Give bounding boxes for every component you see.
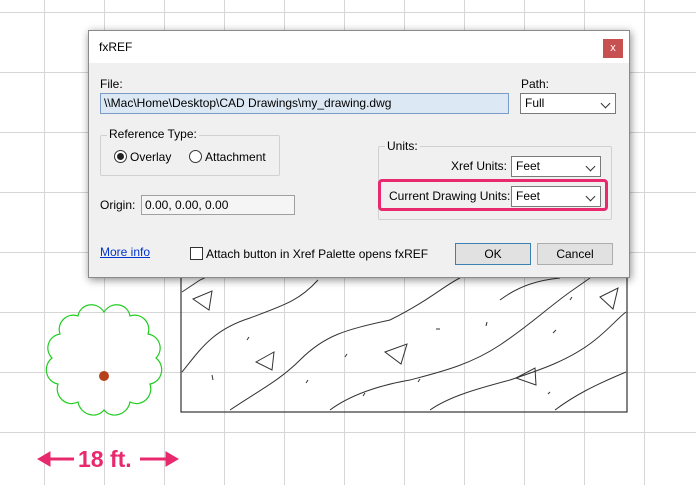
file-label: File: xyxy=(100,77,123,91)
hatch-line-5 xyxy=(429,311,627,411)
tree-center-point xyxy=(99,371,109,381)
chevron-down-icon xyxy=(585,161,596,172)
fxref-dialog: fxREF x File: \\Mac\Home\Desktop\CAD Dra… xyxy=(88,30,630,278)
more-info-link[interactable]: More info xyxy=(100,245,150,259)
hatch-dash xyxy=(569,296,573,301)
hatch-triangle-5 xyxy=(599,287,619,310)
path-label: Path: xyxy=(521,77,550,91)
hatch-line-7 xyxy=(499,277,561,301)
overlay-radio[interactable] xyxy=(114,150,127,163)
highlight-box xyxy=(378,179,608,211)
origin-field[interactable]: 0.00, 0.00, 0.00 xyxy=(141,195,295,215)
hatch-dash xyxy=(547,391,551,395)
hatch-triangle-2 xyxy=(254,351,275,371)
close-button[interactable]: x xyxy=(603,39,623,58)
units-label: Units: xyxy=(385,139,420,153)
hatch-dash xyxy=(305,379,309,384)
hatch-dash xyxy=(246,336,250,341)
attach-checkbox-label[interactable]: Attach button in Xref Palette opens fxRE… xyxy=(206,247,428,261)
overlay-label[interactable]: Overlay xyxy=(130,150,171,164)
chevron-down-icon xyxy=(600,98,611,109)
dimension-label: 18 ft. xyxy=(78,446,132,472)
hatch-dash xyxy=(552,329,557,334)
hatch-dash xyxy=(362,392,366,397)
attachment-label[interactable]: Attachment xyxy=(205,150,266,164)
path-select-value: Full xyxy=(525,96,545,110)
hatch-triangle-1 xyxy=(191,290,213,311)
xref-units-label: Xref Units: xyxy=(451,159,508,173)
xref-units-value: Feet xyxy=(516,159,541,173)
hatch-dash xyxy=(417,378,421,383)
origin-label: Origin: xyxy=(100,198,136,212)
ok-button[interactable]: OK xyxy=(455,243,531,265)
hatch-dash xyxy=(485,321,488,327)
attachment-radio[interactable] xyxy=(189,150,202,163)
file-path-field[interactable]: \\Mac\Home\Desktop\CAD Drawings\my_drawi… xyxy=(100,93,509,114)
hatch-triangle-3 xyxy=(383,343,408,365)
hatch-line-6 xyxy=(554,371,627,411)
hatch-line-2 xyxy=(181,279,319,373)
hatch-dash xyxy=(211,374,214,381)
hatch-triangle-4 xyxy=(514,367,537,386)
hatch-line-3 xyxy=(229,277,461,411)
hatch-line-4 xyxy=(329,277,591,411)
xref-units-select[interactable]: Feet xyxy=(511,156,601,177)
attach-checkbox[interactable] xyxy=(190,247,203,260)
dialog-title: fxREF xyxy=(99,40,133,54)
hatch-dash xyxy=(344,353,348,358)
reference-type-label: Reference Type: xyxy=(107,127,199,141)
dialog-titlebar[interactable]: fxREF x xyxy=(89,31,629,63)
path-select[interactable]: Full xyxy=(520,93,616,114)
cancel-button[interactable]: Cancel xyxy=(537,243,613,265)
tree-outline xyxy=(45,304,163,416)
close-icon: x xyxy=(610,42,616,54)
tree-symbol xyxy=(45,304,163,416)
